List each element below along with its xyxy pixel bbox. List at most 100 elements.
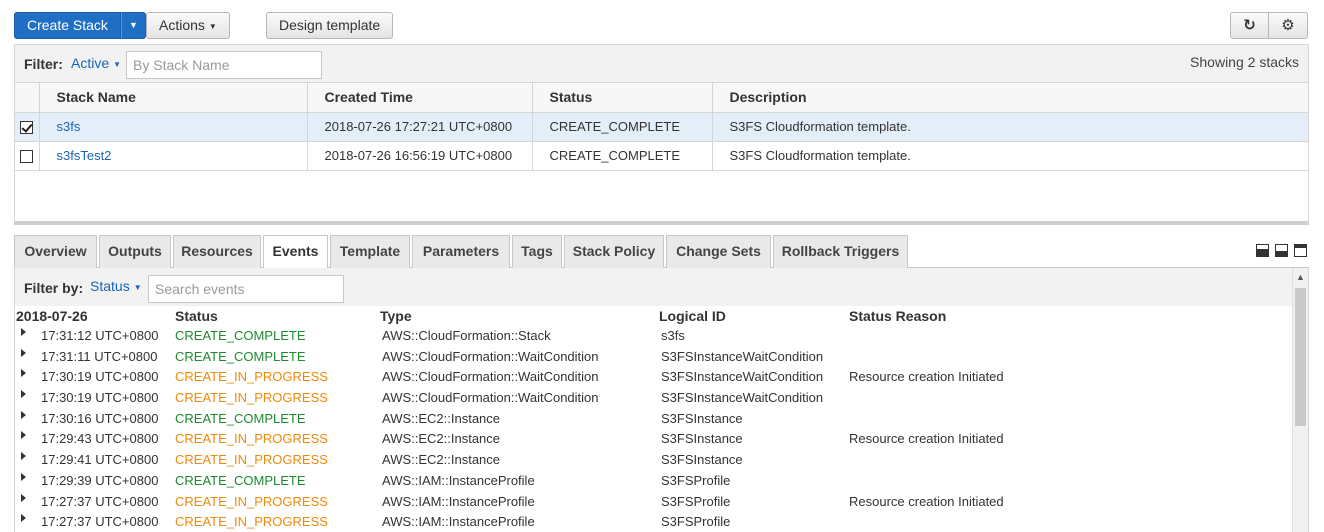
- table-row[interactable]: s3fs 2018-07-26 17:27:21 UTC+0800 CREATE…: [15, 112, 1308, 142]
- layout-bottom-icon[interactable]: [1256, 244, 1269, 257]
- tab-events[interactable]: Events: [263, 235, 328, 269]
- row-checkbox[interactable]: [20, 121, 34, 135]
- stacks-filter-bar: Filter: Active▼ Showing 2 stacks: [15, 45, 1308, 83]
- stacks-panel: Filter: Active▼ Showing 2 stacks Stack N…: [14, 44, 1309, 225]
- settings-button[interactable]: ⚙: [1269, 12, 1308, 39]
- list-item[interactable]: 17:27:37 UTC+0800 CREATE_IN_PROGRESS AWS::…: [15, 511, 1292, 532]
- events-table: 2018-07-26 Status Type Logical ID Status…: [15, 306, 1292, 532]
- row-checkbox-cell: [15, 141, 40, 171]
- actions-button[interactable]: Actions ▼: [146, 12, 230, 39]
- description-cell: S3FS Cloudformation template.: [712, 141, 1308, 171]
- caret-down-icon: ▼: [128, 20, 138, 30]
- design-template-button[interactable]: Design template: [266, 12, 394, 39]
- tab-overview[interactable]: Overview: [14, 235, 97, 268]
- list-item[interactable]: 17:30:16 UTC+0800 CREATE_COMPLETE AWS::EC2…: [15, 408, 1292, 429]
- refresh-icon: ↻: [1243, 17, 1256, 34]
- event-type: AWS::EC2::Instance: [382, 410, 501, 426]
- column-header-stack-name[interactable]: Stack Name: [39, 83, 308, 113]
- expand-row-icon[interactable]: [21, 431, 26, 440]
- tab-outputs[interactable]: Outputs: [99, 235, 171, 268]
- list-item[interactable]: 17:31:12 UTC+0800 CREATE_COMPLETE AWS::Clo…: [15, 325, 1292, 346]
- stacks-table: Stack Name Created Time Status Descripti…: [15, 83, 1308, 171]
- expand-row-icon[interactable]: [21, 410, 26, 419]
- expand-row-icon[interactable]: [21, 390, 26, 399]
- expand-row-icon[interactable]: [21, 328, 26, 336]
- gear-icon: ⚙: [1281, 17, 1295, 34]
- layout-maximize-icon[interactable]: [1294, 244, 1307, 257]
- expand-row-icon[interactable]: [21, 472, 26, 481]
- list-item[interactable]: 17:27:37 UTC+0800 CREATE_IN_PROGRESS AWS::…: [15, 491, 1292, 512]
- event-time: 17:30:16 UTC+0800: [41, 410, 159, 426]
- list-item[interactable]: 17:31:11 UTC+0800 CREATE_COMPLETE AWS::Clo…: [15, 346, 1292, 367]
- tab-template[interactable]: Template: [330, 235, 410, 268]
- create-stack-group: Create Stack ▼: [14, 12, 146, 39]
- event-time: 17:29:39 UTC+0800: [41, 472, 159, 488]
- filter-active-dropdown[interactable]: Active ▼: [71, 55, 121, 71]
- refresh-button[interactable]: ↻: [1230, 12, 1269, 39]
- select-column-header: [15, 83, 40, 113]
- stack-name-cell: s3fs: [39, 112, 308, 142]
- event-logical-id: S3FSProfile: [661, 472, 731, 488]
- list-item[interactable]: 17:29:39 UTC+0800 CREATE_COMPLETE AWS::IAM…: [15, 470, 1292, 491]
- event-type: AWS::CloudFormation::WaitCondition: [382, 369, 599, 385]
- event-time: 17:30:19 UTC+0800: [41, 390, 159, 406]
- column-header-type: Type: [380, 308, 412, 324]
- event-time: 17:30:19 UTC+0800: [41, 369, 159, 385]
- column-header-created-time[interactable]: Created Time: [307, 83, 533, 113]
- column-header-status: Status: [175, 308, 218, 324]
- events-rows: 17:31:12 UTC+0800 CREATE_COMPLETE AWS::Clo…: [15, 325, 1292, 532]
- toolbar: Create Stack ▼ Actions ▼ Design template …: [14, 12, 1308, 39]
- event-status-reason: Resource creation Initiated: [849, 493, 1004, 509]
- table-row[interactable]: s3fsTest2 2018-07-26 16:56:19 UTC+0800 C…: [15, 141, 1308, 171]
- layout-split-icon[interactable]: [1275, 244, 1288, 257]
- events-table-header: 2018-07-26 Status Type Logical ID Status…: [15, 306, 1292, 325]
- column-header-description[interactable]: Description: [712, 83, 1308, 113]
- events-scrollbar[interactable]: ▲: [1292, 268, 1308, 532]
- event-status-reason: Resource creation Initiated: [849, 431, 1004, 447]
- event-logical-id: S3FSInstanceWaitCondition: [661, 348, 824, 364]
- expand-row-icon[interactable]: [21, 369, 26, 378]
- event-status: CREATE_IN_PROGRESS: [175, 431, 328, 447]
- tab-change-sets[interactable]: Change Sets: [666, 235, 771, 268]
- events-search-input[interactable]: [148, 275, 344, 303]
- expand-row-icon[interactable]: [21, 452, 26, 461]
- create-stack-dropdown-button[interactable]: ▼: [120, 12, 146, 39]
- event-type: AWS::IAM::InstanceProfile: [382, 472, 535, 488]
- stack-name-link[interactable]: s3fs: [57, 119, 81, 134]
- tab-parameters[interactable]: Parameters: [412, 235, 510, 268]
- expand-row-icon[interactable]: [21, 348, 26, 357]
- event-type: AWS::CloudFormation::WaitCondition: [382, 348, 599, 364]
- row-checkbox[interactable]: [20, 150, 34, 164]
- stack-name-search-input[interactable]: [126, 51, 322, 79]
- scroll-up-icon[interactable]: ▲: [1296, 272, 1305, 282]
- column-header-status[interactable]: Status: [532, 83, 713, 113]
- scroll-thumb[interactable]: [1295, 288, 1306, 426]
- panel-layout-controls: [1256, 244, 1307, 257]
- expand-row-icon[interactable]: [21, 493, 26, 502]
- event-logical-id: S3FSProfile: [661, 493, 731, 509]
- list-item[interactable]: 17:29:41 UTC+0800 CREATE_IN_PROGRESS AWS::…: [15, 449, 1292, 470]
- event-status-reason: Resource creation Initiated: [849, 369, 1004, 385]
- expand-row-icon[interactable]: [21, 514, 26, 523]
- tab-resources[interactable]: Resources: [173, 235, 261, 268]
- column-header-status-reason: Status Reason: [849, 308, 947, 324]
- event-status: CREATE_COMPLETE: [175, 472, 306, 488]
- tab-rollback-triggers[interactable]: Rollback Triggers: [773, 235, 908, 268]
- event-status: CREATE_COMPLETE: [175, 348, 306, 364]
- event-type: AWS::EC2::Instance: [382, 431, 501, 447]
- stack-name-link[interactable]: s3fsTest2: [57, 148, 112, 163]
- events-filter-value: Status: [90, 278, 130, 294]
- create-stack-button[interactable]: Create Stack: [14, 12, 121, 39]
- caret-down-icon: ▼: [133, 283, 142, 292]
- event-logical-id: S3FSInstance: [661, 410, 743, 426]
- list-item[interactable]: 17:30:19 UTC+0800 CREATE_IN_PROGRESS AWS::…: [15, 366, 1292, 387]
- event-type: AWS::EC2::Instance: [382, 452, 501, 468]
- list-item[interactable]: 17:30:19 UTC+0800 CREATE_IN_PROGRESS AWS::…: [15, 387, 1292, 408]
- tab-tags[interactable]: Tags: [512, 235, 562, 268]
- events-date-header: 2018-07-26: [16, 308, 88, 324]
- events-status-dropdown[interactable]: Status ▼: [90, 278, 142, 294]
- tab-stack-policy[interactable]: Stack Policy: [564, 235, 664, 268]
- event-logical-id: S3FSInstance: [661, 431, 743, 447]
- list-item[interactable]: 17:29:43 UTC+0800 CREATE_IN_PROGRESS AWS::…: [15, 428, 1292, 449]
- status-cell: CREATE_COMPLETE: [532, 141, 713, 171]
